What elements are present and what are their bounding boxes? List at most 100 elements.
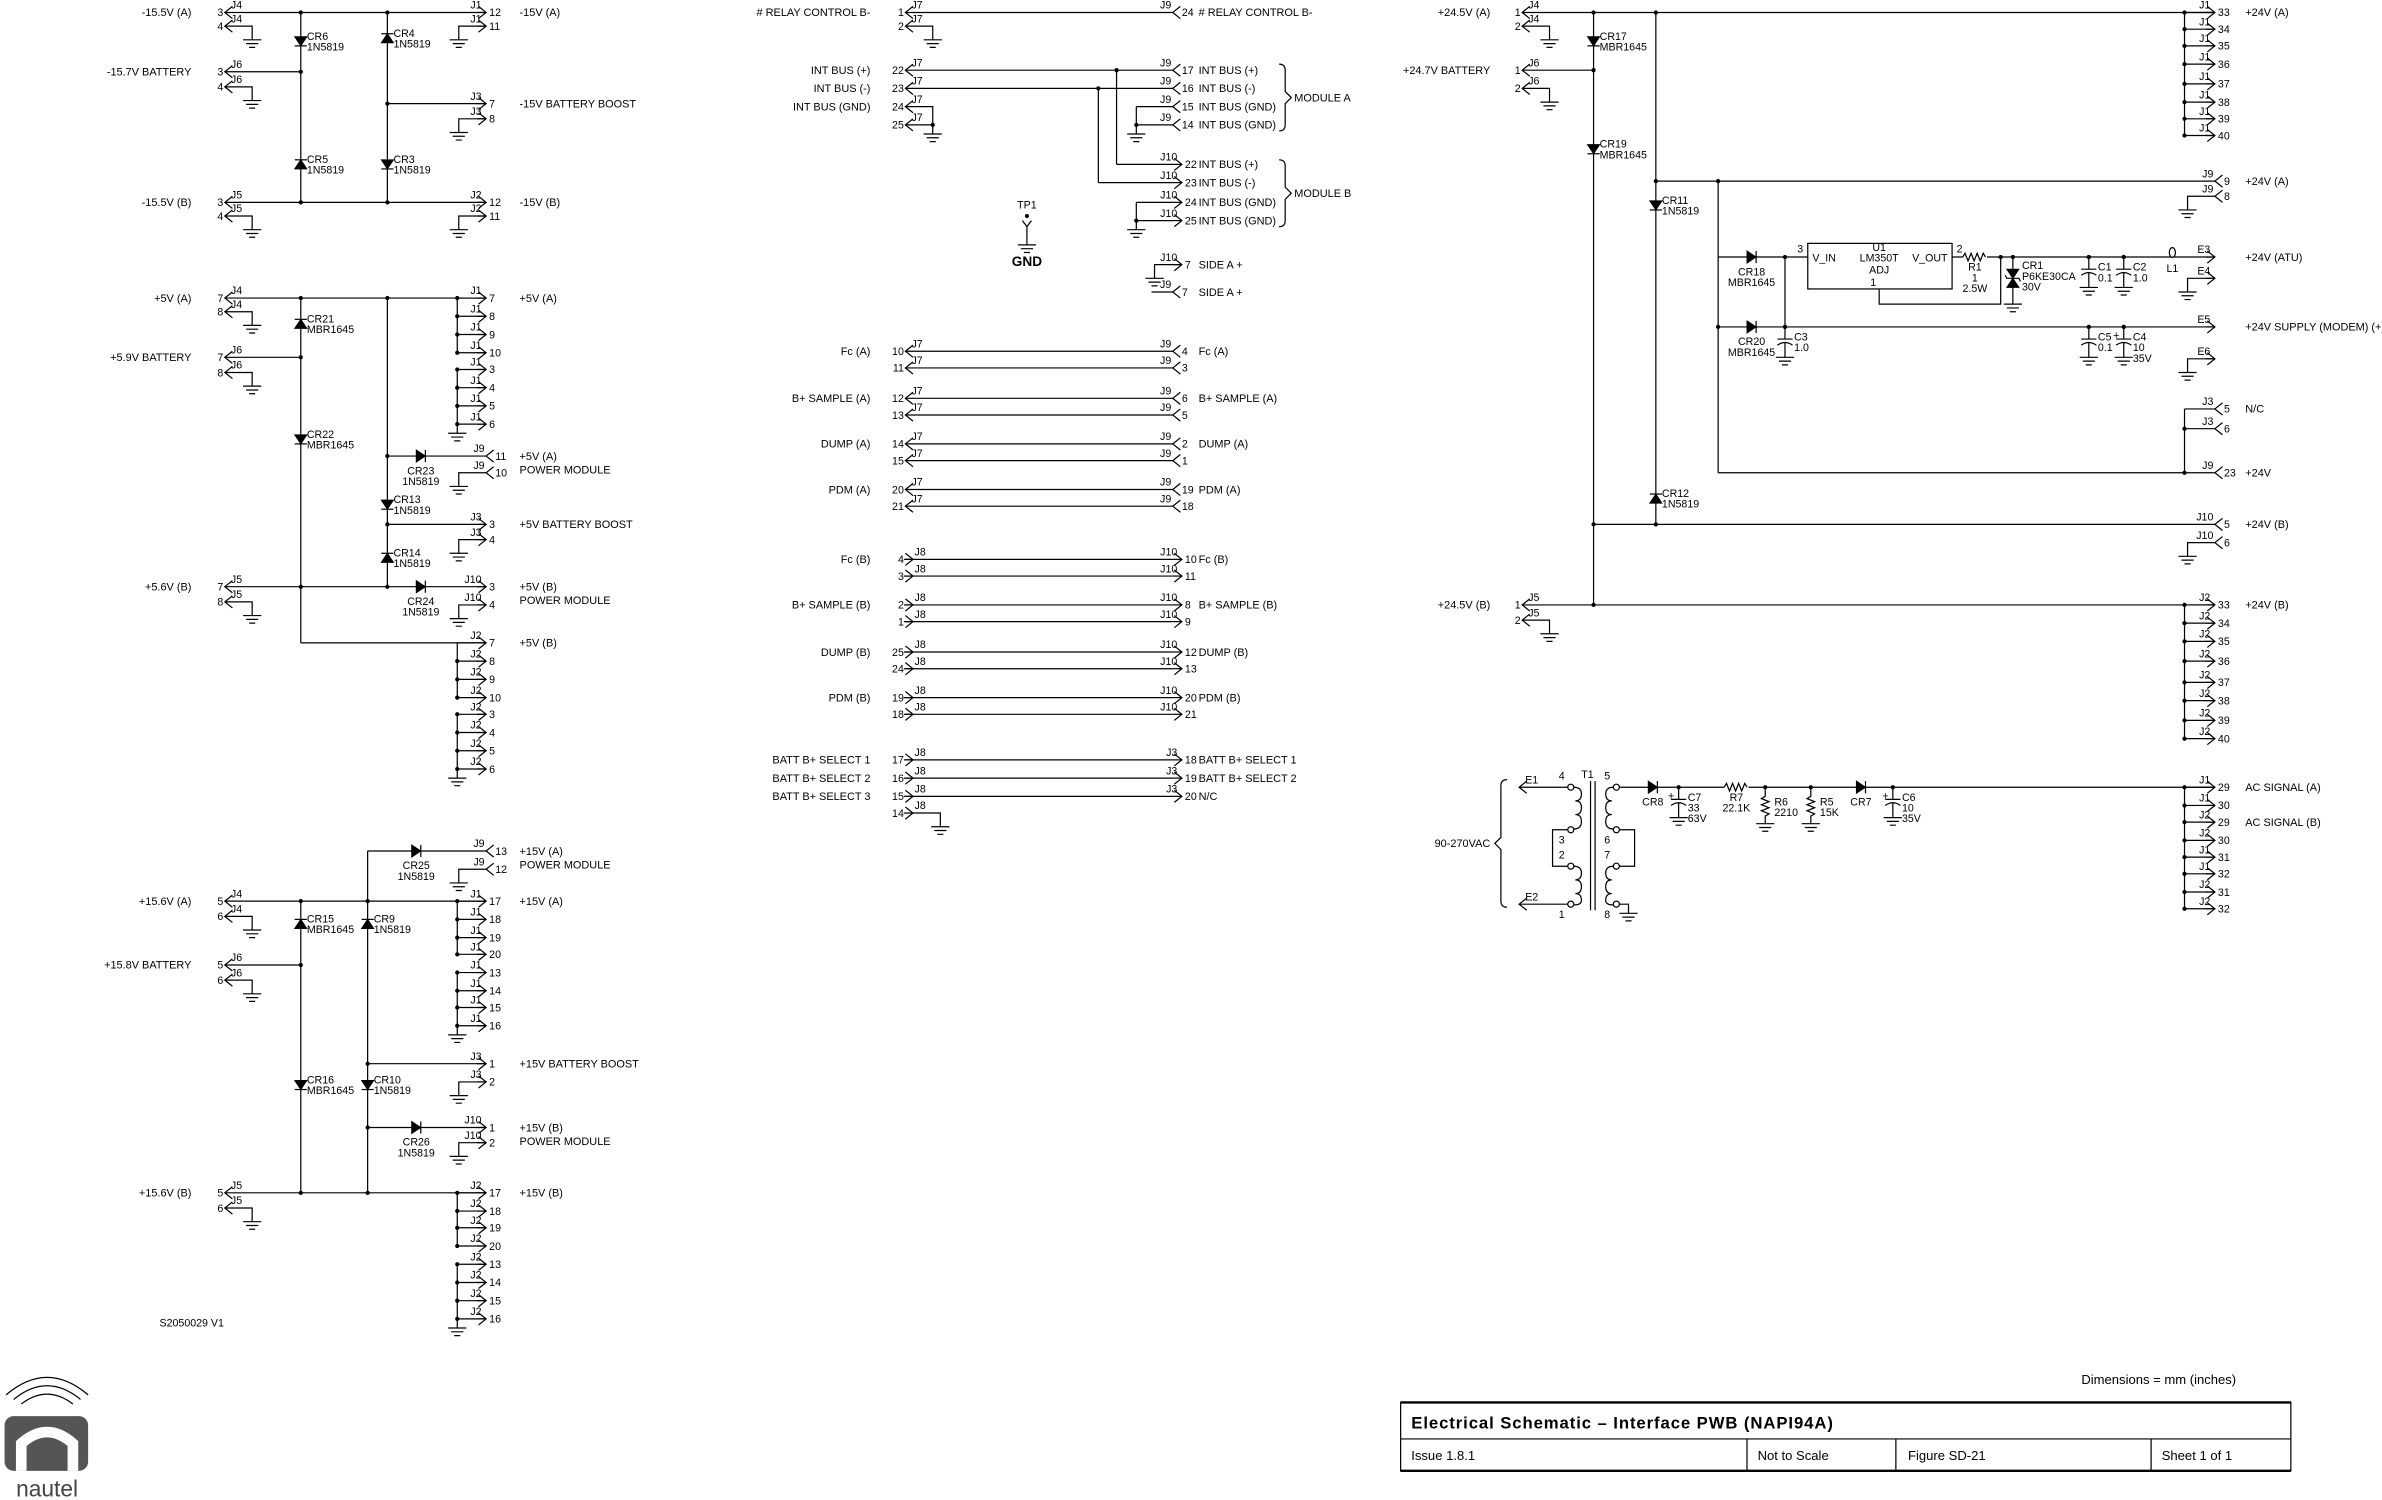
connector-j2-8[interactable]: 8 J2: [470, 648, 495, 668]
connector-j1-9[interactable]: 9 J1: [470, 322, 495, 342]
connector-j3-19[interactable]: 19 J3: [1166, 765, 1197, 785]
connector-j1-15[interactable]: 15 J1: [470, 995, 501, 1015]
connector-j2-19[interactable]: 19 J2: [470, 1215, 501, 1235]
connector-j2-33[interactable]: 33 J2: [2199, 592, 2230, 612]
connector-e6[interactable]: E6: [2186, 346, 2216, 373]
connector-j9-23[interactable]: 23 J9: [2202, 460, 2236, 480]
connector-j10-4[interactable]: 4 J10: [458, 592, 495, 619]
connector-j1-4[interactable]: 4 J1: [470, 375, 495, 395]
connector-j7-22[interactable]: 22 J7: [892, 57, 923, 77]
connector-j1-17[interactable]: 17 J1: [470, 888, 501, 908]
connector-j2-17[interactable]: 17 J2: [470, 1180, 501, 1200]
connector-j2-40[interactable]: 40 J2: [2199, 726, 2230, 746]
connector-j2-3[interactable]: 3 J2: [470, 702, 495, 722]
connector-j2-9[interactable]: 9 J2: [470, 667, 495, 687]
connector-j9-7[interactable]: 7 J9: [1160, 279, 1188, 299]
connector-j9-17[interactable]: 17 J9: [1160, 57, 1194, 77]
test-point-tp1[interactable]: TP1 GND: [1012, 199, 1042, 269]
connector-j1-3[interactable]: 3 J1: [470, 357, 495, 377]
connector-e4[interactable]: E4: [2186, 266, 2216, 292]
connector-j3-5[interactable]: 5 J3: [2202, 396, 2230, 416]
connector-j1-29[interactable]: 29 J1: [2199, 774, 2230, 794]
connector-j2-20[interactable]: 20 J2: [470, 1233, 501, 1253]
connector-j1-13[interactable]: 13 J1: [470, 960, 501, 980]
connector-j6-2[interactable]: 2 J6: [1515, 76, 1551, 103]
connector-j9-5[interactable]: 5 J9: [1160, 402, 1188, 422]
connector-j10-3[interactable]: 3 J10: [464, 574, 495, 594]
connector-j7-25[interactable]: 25 J7: [892, 112, 923, 132]
connector-j3-18[interactable]: 18 J3: [1166, 747, 1197, 767]
connector-j8-18[interactable]: 18 J8: [892, 702, 926, 722]
connector-j10-9[interactable]: 9 J10: [1160, 609, 1191, 629]
connector-j7-11[interactable]: 11 J7: [893, 355, 923, 375]
connector-j10-22[interactable]: 22 J10: [1160, 152, 1197, 172]
connector-j7-24[interactable]: 24 J7: [892, 94, 923, 114]
connector-j1-35[interactable]: 35 J1: [2199, 33, 2230, 53]
connector-j1-5[interactable]: 5 J1: [470, 393, 495, 413]
connector-j1-20[interactable]: 20 J1: [470, 942, 501, 962]
connector-e2[interactable]: E2: [1518, 891, 1538, 911]
connector-j10-6[interactable]: 6 J10: [2186, 530, 2230, 557]
connector-j1-36[interactable]: 36 J1: [2199, 51, 2230, 71]
connector-j2-14[interactable]: 14 J2: [470, 1270, 501, 1290]
connector-j10-23[interactable]: 23 J10: [1160, 170, 1197, 190]
connector-j8-14[interactable]: 14 J8: [892, 800, 941, 827]
connector-j1-32[interactable]: 32 J1: [2199, 861, 2230, 881]
connector-j10-24[interactable]: 24 J10: [1160, 190, 1197, 210]
connector-j10-7[interactable]: 7 J10: [1153, 252, 1191, 279]
connector-j2-35[interactable]: 35 J2: [2199, 629, 2230, 649]
connector-j10-25[interactable]: 25 J10: [1160, 208, 1197, 228]
connector-j3-6[interactable]: 6 J3: [2202, 416, 2230, 436]
connector-j2-7[interactable]: 7 J2: [470, 630, 495, 650]
connector-j2-38[interactable]: 38 J2: [2199, 688, 2230, 708]
connector-j9-13[interactable]: 13 J9: [473, 838, 507, 858]
connector-j1-7[interactable]: 7 J1: [470, 285, 495, 305]
connector-e3[interactable]: E3: [2197, 244, 2216, 264]
connector-e1[interactable]: E1: [1518, 774, 1538, 794]
connector-j9-10[interactable]: 10 J9: [458, 460, 507, 487]
connector-j2-36[interactable]: 36 J2: [2199, 648, 2230, 668]
connector-j3-1[interactable]: 1 J3: [470, 1051, 495, 1071]
connector-j2-34[interactable]: 34 J2: [2199, 610, 2230, 630]
connector-j10-5[interactable]: 5 J10: [2196, 512, 2230, 532]
connector-j9-1[interactable]: 1 J9: [1160, 448, 1188, 468]
connector-j2-16[interactable]: 16 J2: [470, 1306, 501, 1326]
connector-j10-21[interactable]: 21 J10: [1160, 702, 1197, 722]
connector-j1-6[interactable]: 6 J1: [470, 411, 495, 431]
connector-j9-18[interactable]: 18 J9: [1160, 493, 1194, 513]
connector-j2-5[interactable]: 5 J2: [470, 738, 495, 758]
connector-j1-8[interactable]: 8 J1: [470, 303, 495, 323]
connector-j8-24[interactable]: 24 J8: [892, 656, 926, 676]
connector-j2-39[interactable]: 39 J2: [2199, 708, 2230, 728]
connector-j8-3[interactable]: 3 J8: [898, 563, 926, 583]
connector-j9-12[interactable]: 12 J9: [458, 856, 507, 883]
connector-j10-13[interactable]: 13 J10: [1160, 656, 1197, 676]
connector-j9-24[interactable]: 24 J9: [1160, 0, 1194, 19]
connector-j2-37[interactable]: 37 J2: [2199, 670, 2230, 690]
connector-j1-37[interactable]: 37 J1: [2199, 71, 2230, 91]
connector-j2-29[interactable]: 29 J2: [2199, 809, 2230, 829]
connector-j1-40[interactable]: 40 J1: [2199, 123, 2230, 143]
connector-j7-23[interactable]: 23 J7: [892, 76, 923, 96]
connector-j1-16[interactable]: 16 J1: [470, 1013, 501, 1033]
connector-j2-4[interactable]: 4 J2: [470, 720, 495, 740]
connector-j1-18[interactable]: 18 J1: [470, 907, 501, 927]
connector-j3-20[interactable]: 20 J3: [1166, 784, 1197, 804]
connector-j7-15[interactable]: 15 J7: [892, 448, 923, 468]
connector-j2-32[interactable]: 32 J2: [2199, 896, 2230, 916]
connector-j8-16[interactable]: 16 J8: [892, 765, 926, 785]
connector-j2-13[interactable]: 13 J2: [470, 1251, 501, 1271]
connector-j6-1[interactable]: 1 J6: [1515, 57, 1540, 77]
connector-j2-6[interactable]: 6 J2: [470, 756, 495, 776]
connector-e5[interactable]: E5: [2197, 314, 2216, 334]
connector-j9-3[interactable]: 3 J9: [1160, 355, 1188, 375]
connector-j8-1[interactable]: 1 J8: [898, 609, 926, 629]
connector-j8-17[interactable]: 17 J8: [892, 747, 926, 767]
connector-j10-11[interactable]: 11 J10: [1160, 563, 1196, 583]
connector-j2-15[interactable]: 15 J2: [470, 1288, 501, 1308]
connector-j9-15[interactable]: 15 J9: [1160, 94, 1194, 114]
connector-j9-14[interactable]: 14 J9: [1160, 112, 1194, 132]
connector-j7-13[interactable]: 13 J7: [892, 402, 923, 422]
connector-j3-2[interactable]: 2 J3: [458, 1069, 495, 1096]
connector-j7-21[interactable]: 21 J7: [892, 493, 923, 513]
